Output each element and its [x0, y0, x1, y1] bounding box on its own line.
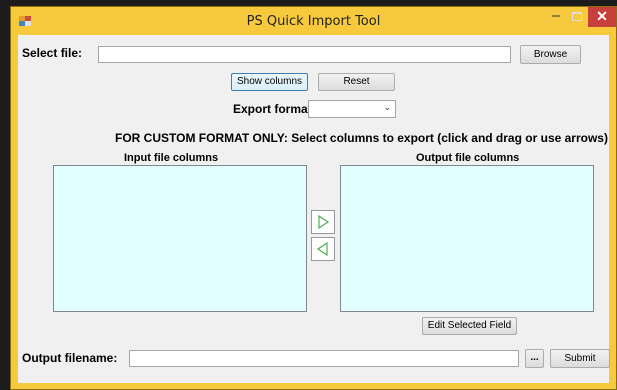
input-columns-list[interactable]: [53, 165, 307, 312]
export-format-select[interactable]: ⌄: [308, 100, 396, 118]
show-columns-button[interactable]: Show columns: [231, 73, 308, 91]
submit-button[interactable]: Submit: [550, 349, 610, 368]
window-title: PS Quick Import Tool: [246, 14, 381, 29]
select-file-label: Select file:: [22, 46, 83, 60]
form-client-area: Select file: Browse Show columns Reset E…: [18, 35, 610, 383]
reset-button[interactable]: Reset: [318, 73, 395, 91]
select-file-input[interactable]: [98, 46, 511, 63]
move-left-button[interactable]: [311, 237, 335, 261]
output-filename-label: Output filename:: [22, 351, 118, 365]
output-filename-input[interactable]: [129, 350, 519, 367]
export-format-value: [309, 105, 312, 117]
edit-selected-field-button[interactable]: Edit Selected Field: [422, 317, 517, 335]
maximize-button[interactable]: [565, 7, 589, 27]
app-window: PS Quick Import Tool – ✕ Select file: Br…: [10, 6, 617, 390]
custom-format-note: FOR CUSTOM FORMAT ONLY: Select columns t…: [115, 131, 608, 145]
output-columns-list[interactable]: [340, 165, 594, 312]
ellipsis-browse-button[interactable]: ...: [525, 349, 544, 368]
title-bar[interactable]: PS Quick Import Tool – ✕: [11, 7, 616, 35]
chevron-down-icon: ⌄: [383, 102, 391, 112]
browse-button[interactable]: Browse: [520, 45, 581, 64]
arrow-left-icon: [316, 241, 328, 257]
move-right-button[interactable]: [311, 210, 335, 234]
arrow-right-icon: [318, 214, 330, 230]
maximize-icon: [572, 12, 582, 21]
output-columns-label: Output file columns: [416, 152, 520, 164]
input-columns-label: Input file columns: [124, 152, 219, 164]
export-format-label: Export format:: [233, 102, 316, 116]
close-button[interactable]: ✕: [588, 7, 616, 27]
